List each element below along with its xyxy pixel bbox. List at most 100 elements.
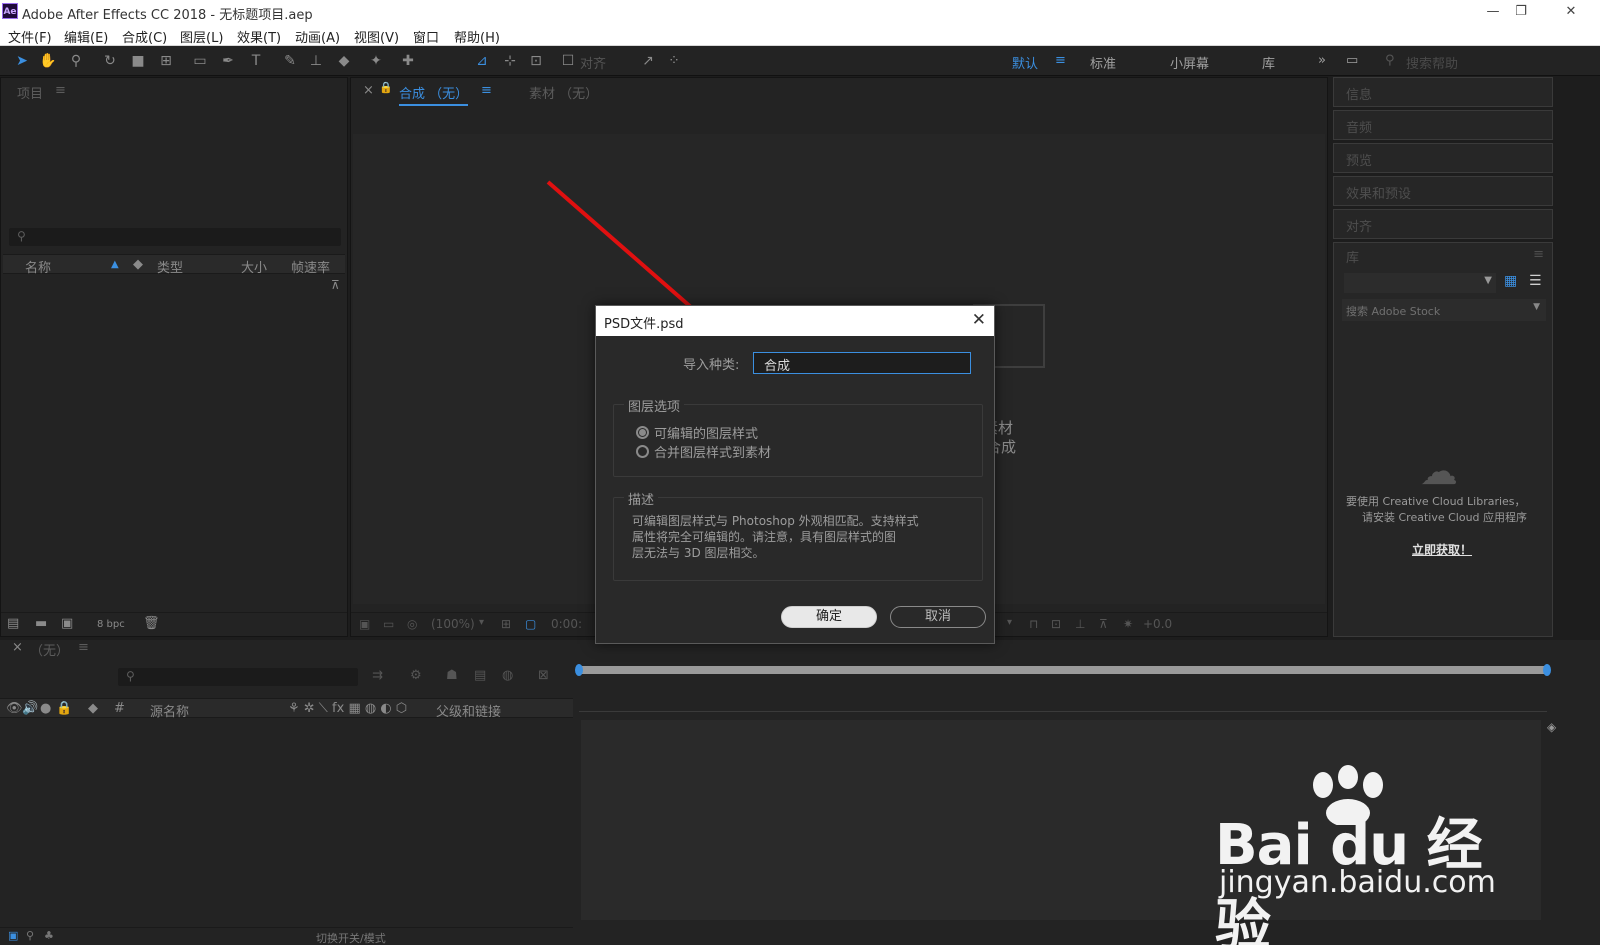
snap-options-icon[interactable]: ⁘: [664, 51, 684, 71]
dialog-close-icon[interactable]: ✕: [972, 310, 986, 330]
rotate-tool-icon[interactable]: ↻: [100, 51, 120, 71]
hand-tool-icon[interactable]: ✋: [38, 51, 58, 71]
in-out-icon[interactable]: ♣: [44, 929, 54, 942]
comp-mini-flowchart-icon[interactable]: ⇉: [372, 668, 383, 683]
brush-tool-icon[interactable]: ✎: [280, 51, 300, 71]
timeline-search-input[interactable]: ⚲: [118, 668, 358, 686]
local-axis-icon[interactable]: ⊿: [472, 51, 492, 71]
cancel-button[interactable]: 取消: [890, 606, 986, 628]
help-search-input[interactable]: 搜索帮助: [1406, 53, 1458, 72]
solo-toggle-icon[interactable]: ●: [40, 701, 51, 716]
library-menu-icon[interactable]: ≡: [1533, 247, 1544, 262]
workspace-library[interactable]: 库: [1262, 53, 1275, 72]
editable-layer-styles-radio[interactable]: [636, 426, 649, 439]
tab-menu-icon[interactable]: ≡: [481, 83, 492, 98]
view-axis-icon[interactable]: ⊡: [526, 51, 546, 71]
mask-icon[interactable]: ◎: [407, 617, 417, 631]
fast-previews-icon[interactable]: ⊡: [1051, 617, 1061, 631]
rectangle-tool-icon[interactable]: ▭: [190, 51, 210, 71]
effects-presets-panel[interactable]: 效果和预设: [1333, 176, 1553, 206]
delete-trash-icon[interactable]: 🗑: [143, 616, 160, 631]
merge-layer-styles-radio[interactable]: [636, 445, 649, 458]
menu-file[interactable]: 文件(F): [8, 27, 52, 46]
selection-tool-icon[interactable]: ➤: [12, 51, 32, 71]
align-checkbox[interactable]: ☐: [560, 51, 576, 71]
column-size[interactable]: 大小: [241, 257, 267, 276]
menu-window[interactable]: 窗口: [413, 27, 439, 46]
clone-stamp-tool-icon[interactable]: ⊥: [306, 51, 326, 71]
puppet-pin-tool-icon[interactable]: ✚: [398, 51, 418, 71]
flowchart-view-icon[interactable]: ⊼: [1099, 617, 1108, 631]
region-interest-icon[interactable]: ▢: [525, 617, 536, 631]
tab-footage[interactable]: 素材 （无）: [529, 83, 598, 102]
list-view-icon[interactable]: ☰: [1529, 273, 1542, 289]
search-dropdown-icon[interactable]: ▼: [1533, 302, 1540, 312]
work-area-end-handle[interactable]: [1543, 664, 1551, 676]
workspace-default[interactable]: 默认: [1012, 53, 1038, 72]
interpret-footage-icon[interactable]: ▤: [7, 616, 19, 631]
motion-blur-icon[interactable]: ◍: [502, 668, 513, 683]
menu-animation[interactable]: 动画(A): [295, 27, 340, 46]
current-time[interactable]: 0:00:: [551, 617, 582, 631]
video-toggle-icon[interactable]: 👁: [6, 701, 23, 716]
menu-edit[interactable]: 编辑(E): [64, 27, 108, 46]
audio-toggle-icon[interactable]: 🔊: [22, 701, 38, 716]
adobe-stock-search-input[interactable]: 搜索 Adobe Stock ▼: [1342, 299, 1546, 321]
close-window-icon[interactable]: ✕: [1560, 2, 1582, 22]
column-source-name[interactable]: 源名称: [150, 701, 189, 720]
always-preview-icon[interactable]: ▣: [359, 617, 370, 631]
restore-icon[interactable]: ❐: [1510, 2, 1532, 22]
flowchart-icon[interactable]: ⊼: [331, 278, 340, 292]
library-selector[interactable]: ▼: [1344, 273, 1496, 293]
color-depth-label[interactable]: 8 bpc: [97, 619, 125, 630]
work-area-bar[interactable]: [579, 666, 1547, 674]
snap-icon[interactable]: ↗: [638, 51, 658, 71]
grid-view-icon[interactable]: ▦: [1504, 273, 1517, 289]
camera-tool-icon[interactable]: ■: [128, 51, 148, 71]
close-tab-icon[interactable]: ×: [363, 83, 374, 98]
new-folder-icon[interactable]: ▬: [35, 616, 47, 631]
zoom-tool-icon[interactable]: ⚲: [66, 51, 86, 71]
timeline-menu-icon[interactable]: ≡: [78, 640, 89, 655]
zoom-level[interactable]: (100%): [431, 617, 475, 631]
lock-toggle-icon[interactable]: 🔒: [56, 701, 72, 716]
menu-layer[interactable]: 图层(L): [180, 27, 223, 46]
exposure-icon[interactable]: ✷: [1123, 617, 1133, 631]
timeline-toggle-icon[interactable]: ⊥: [1075, 617, 1085, 631]
menu-composition[interactable]: 合成(C): [122, 27, 167, 46]
menu-view[interactable]: 视图(V): [354, 27, 399, 46]
close-timeline-icon[interactable]: ×: [12, 640, 23, 655]
workspace-standard[interactable]: 标准: [1090, 53, 1116, 72]
menu-effect[interactable]: 效果(T): [237, 27, 281, 46]
time-ruler[interactable]: [579, 692, 1547, 712]
toggle-switches-modes[interactable]: 切换开关/模式: [316, 930, 386, 945]
pen-tool-icon[interactable]: ✒: [218, 51, 238, 71]
tab-composition[interactable]: 合成 （无）: [399, 83, 469, 106]
minimize-icon[interactable]: —: [1482, 2, 1504, 22]
shy-layers-icon[interactable]: ☗: [446, 668, 458, 683]
import-kind-select[interactable]: 合成 ⌄: [753, 352, 971, 374]
column-parent-link[interactable]: 父级和链接: [436, 701, 501, 720]
info-panel[interactable]: 信息: [1333, 77, 1553, 107]
column-type[interactable]: 类型: [157, 257, 183, 276]
panel-menu-icon[interactable]: ≡: [55, 83, 66, 98]
lock-icon[interactable]: 🔒: [379, 81, 393, 94]
exposure-value[interactable]: +0.0: [1143, 617, 1172, 631]
project-search-input[interactable]: ⚲: [9, 228, 341, 246]
pan-behind-tool-icon[interactable]: ⊞: [156, 51, 176, 71]
world-axis-icon[interactable]: ⊹: [500, 51, 520, 71]
zoom-dropdown-icon[interactable]: ▾: [479, 617, 484, 628]
new-composition-icon[interactable]: ▣: [61, 616, 73, 631]
view-dropdown-icon[interactable]: ▾: [1007, 617, 1012, 628]
column-frame-rate[interactable]: 帧速率: [291, 257, 330, 276]
workspace-small-screen[interactable]: 小屏幕: [1170, 53, 1209, 72]
preview-panel[interactable]: 预览: [1333, 143, 1553, 173]
menu-help[interactable]: 帮助(H): [454, 27, 500, 46]
graph-editor-icon[interactable]: ⊠: [538, 668, 549, 683]
layer-switches-icon[interactable]: ▣: [8, 929, 18, 942]
draft-3d-icon[interactable]: ⚙: [410, 668, 422, 683]
sort-ascending-icon[interactable]: ▲: [111, 259, 119, 270]
align-panel[interactable]: 对齐: [1333, 209, 1553, 239]
display-icon[interactable]: ▭: [383, 617, 394, 631]
label-column-icon[interactable]: ◆: [88, 701, 98, 716]
